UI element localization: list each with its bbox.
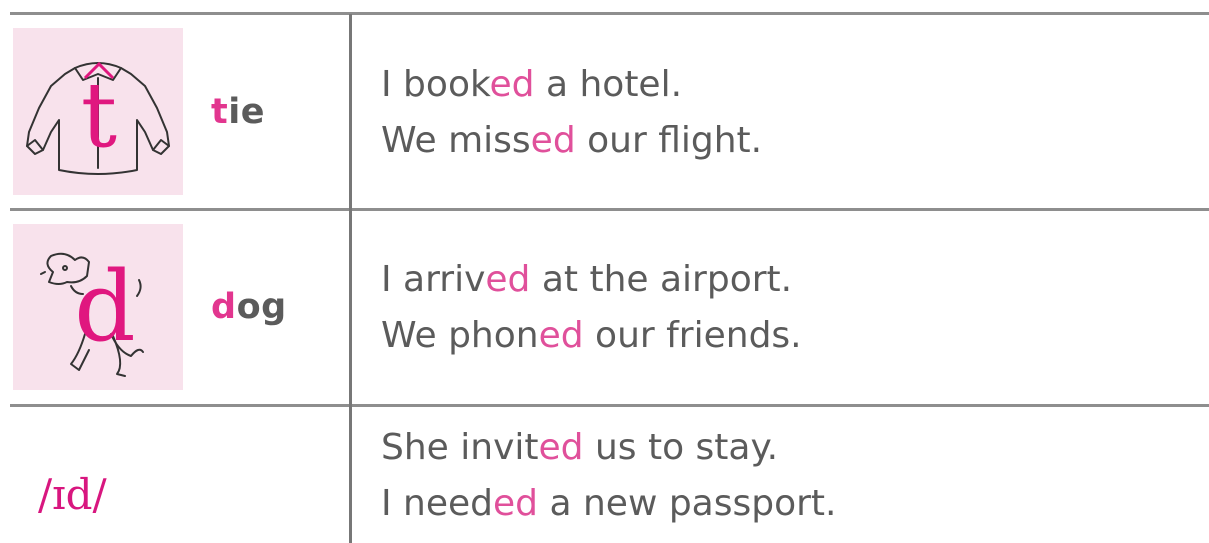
example-sentences: She invited us to stay. I needed a new p… — [381, 420, 837, 532]
row-divider — [10, 404, 1209, 407]
dog-d-icon: d — [13, 224, 183, 390]
example-sentence: I booked a hotel. — [381, 64, 683, 105]
top-rule — [10, 12, 1209, 15]
example-sentence: I needed a new passport. — [381, 483, 837, 524]
row-divider — [10, 208, 1209, 211]
ipa-symbol: /ɪd/ — [38, 470, 107, 519]
example-sentences: I booked a hotel. We missed our flight. — [381, 57, 762, 169]
sound-word-dog: dog — [211, 287, 287, 327]
example-sentences: I arrived at the airport. We phoned our … — [381, 252, 802, 364]
example-sentence: We missed our flight. — [381, 120, 763, 161]
svg-text:d: d — [74, 251, 135, 363]
example-sentence: We phoned our friends. — [381, 315, 802, 356]
sound-word-tie: tie — [211, 92, 265, 132]
column-divider — [349, 14, 352, 543]
shirt-t-icon: t — [13, 28, 183, 195]
example-sentence: I arrived at the airport. — [381, 259, 793, 300]
example-sentence: She invited us to stay. — [381, 427, 779, 468]
